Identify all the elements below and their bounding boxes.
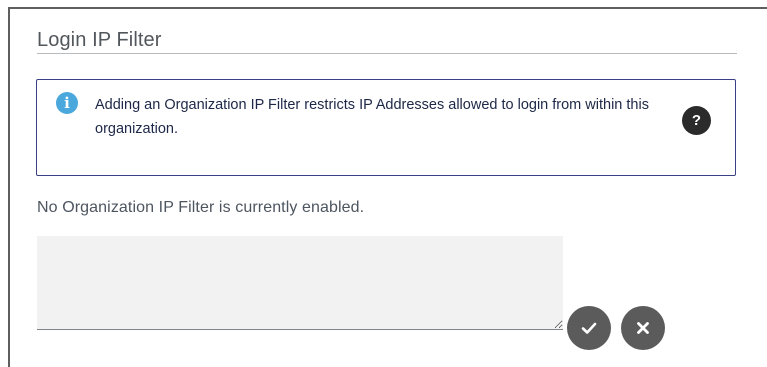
help-button[interactable]: ? <box>682 106 711 135</box>
ip-filter-input[interactable] <box>37 236 563 330</box>
filter-status-text: No Organization IP Filter is currently e… <box>37 199 365 216</box>
close-icon <box>637 322 649 334</box>
login-ip-filter-panel: Login IP Filter i Adding an Organization… <box>8 7 767 367</box>
section-title: Login IP Filter <box>37 29 162 51</box>
info-message: Adding an Organization IP Filter restric… <box>95 97 649 137</box>
info-callout: i Adding an Organization IP Filter restr… <box>36 79 736 176</box>
checkmark-icon <box>581 322 597 334</box>
title-divider <box>37 53 737 54</box>
cancel-button[interactable] <box>621 306 665 350</box>
question-icon: ? <box>691 112 702 129</box>
info-icon: i <box>56 92 78 114</box>
confirm-button[interactable] <box>567 306 611 350</box>
